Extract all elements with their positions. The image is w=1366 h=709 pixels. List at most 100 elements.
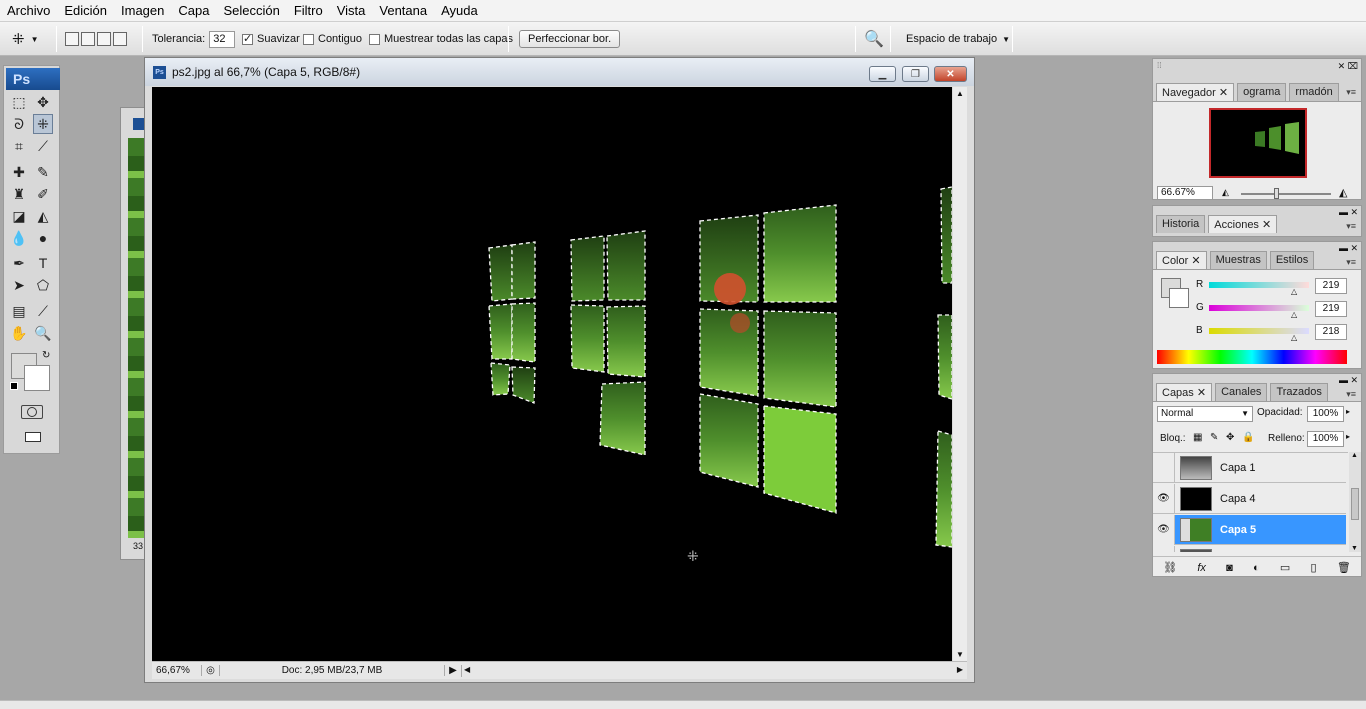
- tab-histogram[interactable]: ograma: [1237, 83, 1287, 101]
- tab-swatches[interactable]: Muestras: [1209, 251, 1267, 269]
- eraser-tool[interactable]: ◪: [9, 206, 29, 226]
- r-value[interactable]: 219: [1315, 278, 1347, 294]
- scroll-down-icon[interactable]: ▼: [956, 650, 964, 659]
- zoom-out-icon[interactable]: ◭: [1222, 187, 1229, 198]
- marquee-tool[interactable]: ⬚: [9, 92, 29, 112]
- eye-icon[interactable]: 👁: [1153, 514, 1175, 545]
- horizontal-scrollbar[interactable]: ◀ ▶: [461, 664, 967, 677]
- new-group-icon[interactable]: ▭: [1280, 561, 1290, 574]
- path-selection-tool[interactable]: ➤: [9, 275, 29, 295]
- subtract-selection-icon[interactable]: [97, 32, 111, 46]
- tab-actions[interactable]: Acciones ✕: [1208, 215, 1278, 233]
- scroll-up-icon[interactable]: ▲: [1351, 452, 1358, 459]
- move-tool[interactable]: ✥: [33, 92, 53, 112]
- panel-menu-icon[interactable]: ▾≡: [1346, 257, 1356, 268]
- contiguous-checkbox[interactable]: Contiguo: [303, 22, 362, 56]
- panel-close-icon[interactable]: ▬ ✕: [1339, 375, 1358, 386]
- image-canvas[interactable]: ⁜: [152, 87, 952, 661]
- eye-icon[interactable]: 👁: [1153, 483, 1175, 514]
- panel-close-icon[interactable]: ▬ ✕: [1339, 243, 1358, 254]
- delete-layer-icon[interactable]: 🗑: [1337, 561, 1351, 574]
- opacity-input[interactable]: 100%: [1307, 406, 1344, 422]
- lock-all-icon[interactable]: 🔒: [1242, 432, 1254, 443]
- visibility-toggle[interactable]: [1153, 453, 1175, 483]
- panel-close-icon[interactable]: ▬ ✕: [1339, 207, 1358, 218]
- link-layers-icon[interactable]: ⛓: [1163, 561, 1177, 574]
- scroll-thumb[interactable]: [1351, 488, 1359, 520]
- menu-capa[interactable]: Capa: [171, 3, 216, 18]
- sample-all-checkbox[interactable]: Muestrear todas las capas: [369, 22, 513, 56]
- intersect-selection-icon[interactable]: [113, 32, 127, 46]
- opacity-arrow-icon[interactable]: ▸: [1346, 407, 1350, 416]
- layer-style-icon[interactable]: fx: [1197, 562, 1206, 574]
- fill-input[interactable]: 100%: [1307, 431, 1344, 447]
- menu-edicion[interactable]: Edición: [57, 3, 114, 18]
- tab-information[interactable]: rmadón: [1289, 83, 1339, 101]
- panel-menu-icon[interactable]: ▾≡: [1346, 221, 1356, 232]
- menu-vista[interactable]: Vista: [330, 3, 373, 18]
- menu-seleccion[interactable]: Selección: [216, 3, 286, 18]
- magic-wand-tool[interactable]: ⁜: [33, 114, 53, 134]
- default-colors-icon[interactable]: [10, 382, 18, 390]
- layers-scrollbar[interactable]: ▲ ▼: [1349, 452, 1361, 552]
- zoom-in-icon[interactable]: ◭: [1339, 186, 1347, 199]
- navigator-thumbnail[interactable]: [1209, 108, 1307, 178]
- navigator-zoom-slider[interactable]: [1241, 188, 1331, 199]
- swap-colors-icon[interactable]: ↻: [42, 350, 50, 361]
- notes-tool[interactable]: ▤: [9, 301, 29, 321]
- refine-edge-button[interactable]: Perfeccionar bor.: [519, 30, 621, 48]
- paint-bucket-tool[interactable]: ◭: [33, 206, 53, 226]
- pen-tool[interactable]: ✒: [9, 253, 29, 273]
- eye-icon[interactable]: 👁: [1153, 545, 1175, 552]
- layer-row-capa-5[interactable]: 👁 Capa 5: [1153, 514, 1346, 545]
- maximize-button[interactable]: ❐: [902, 66, 929, 82]
- tolerance-input[interactable]: 32: [209, 30, 236, 48]
- tab-styles[interactable]: Estilos: [1269, 251, 1315, 269]
- scroll-up-icon[interactable]: ▲: [956, 89, 964, 98]
- new-selection-icon[interactable]: [65, 32, 79, 46]
- layer-row-partial[interactable]: 👁: [1153, 545, 1346, 552]
- b-value[interactable]: 218: [1315, 324, 1347, 340]
- lock-pixels-icon[interactable]: ✎: [1210, 432, 1218, 443]
- close-button[interactable]: ✕: [934, 66, 967, 82]
- panel-menu-icon[interactable]: ▾≡: [1346, 389, 1356, 400]
- r-slider-thumb[interactable]: △: [1291, 287, 1297, 296]
- panel-close-icon[interactable]: ✕ ⌧: [1338, 61, 1358, 72]
- minimize-button[interactable]: ▁: [869, 66, 896, 82]
- add-to-selection-icon[interactable]: [81, 32, 95, 46]
- menu-ventana[interactable]: Ventana: [372, 3, 434, 18]
- layer-row-capa-4[interactable]: 👁 Capa 4: [1153, 483, 1346, 514]
- menu-archivo[interactable]: Archivo: [0, 3, 57, 18]
- slice-tool[interactable]: ⟋: [33, 136, 53, 156]
- quick-mask-button[interactable]: [21, 405, 43, 419]
- status-info-icon[interactable]: ◎: [202, 665, 220, 676]
- smooth-checkbox[interactable]: Suavizar: [242, 22, 300, 56]
- blend-mode-select[interactable]: Normal ▼: [1157, 406, 1253, 422]
- navigator-zoom[interactable]: 66.67%: [1157, 186, 1213, 200]
- blur-tool[interactable]: 💧: [9, 228, 29, 248]
- background-color-swatch[interactable]: [1169, 288, 1189, 308]
- fill-arrow-icon[interactable]: ▸: [1346, 432, 1350, 441]
- healing-brush-tool[interactable]: ✚: [9, 162, 29, 182]
- menu-ayuda[interactable]: Ayuda: [434, 3, 485, 18]
- add-mask-icon[interactable]: ◙: [1226, 562, 1233, 574]
- history-brush-tool[interactable]: ✐: [33, 184, 53, 204]
- zoom-tool[interactable]: 🔍: [33, 323, 53, 343]
- status-menu-arrow-icon[interactable]: ▶: [445, 665, 461, 676]
- vertical-scrollbar[interactable]: ▲ ▼: [953, 87, 967, 661]
- type-tool[interactable]: T: [33, 253, 53, 273]
- smooth-check[interactable]: [242, 32, 253, 45]
- menu-filtro[interactable]: Filtro: [287, 3, 330, 18]
- g-slider-thumb[interactable]: △: [1291, 310, 1297, 319]
- shape-tool[interactable]: ⬠: [33, 275, 53, 295]
- scroll-down-icon[interactable]: ▼: [1351, 545, 1358, 552]
- tab-paths[interactable]: Trazados: [1270, 383, 1328, 401]
- tool-preset-picker[interactable]: ⁜ ▼: [12, 22, 39, 56]
- lock-position-icon[interactable]: ✥: [1226, 432, 1234, 443]
- new-layer-icon[interactable]: ▯: [1311, 561, 1317, 574]
- scroll-right-icon[interactable]: ▶: [957, 665, 963, 674]
- bridge-button[interactable]: 🔍: [864, 22, 884, 56]
- clone-stamp-tool[interactable]: ♜: [9, 184, 29, 204]
- contiguous-check[interactable]: [303, 33, 314, 45]
- workspace-menu[interactable]: Espacio de trabajo ▼: [906, 22, 1010, 56]
